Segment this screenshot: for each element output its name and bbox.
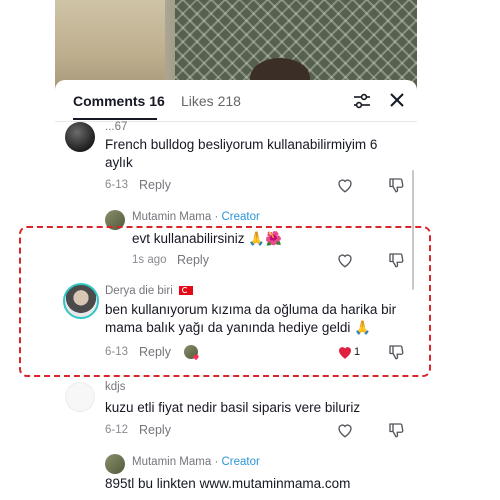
close-icon[interactable] (388, 91, 406, 109)
comment-date: 6-12 (105, 424, 129, 436)
thumbs-down-icon[interactable] (387, 176, 405, 194)
avatar[interactable] (65, 122, 95, 152)
reply-button[interactable]: Reply (139, 423, 171, 437)
creator-name: Mutamin Mama (132, 456, 212, 468)
comments-tabs: Comments 16 Likes 218 (55, 80, 417, 122)
heart-icon[interactable] (336, 421, 354, 439)
comment-username[interactable]: Mutamin Mama · Creator (132, 211, 260, 223)
name-separator: · (211, 456, 222, 468)
comment-text-line: aylık (105, 155, 133, 170)
creator-badge: Creator (221, 211, 260, 223)
video-background (55, 0, 417, 92)
active-tab-indicator (73, 118, 157, 120)
comment-username[interactable]: kdjs (105, 381, 125, 393)
heart-icon[interactable] (336, 176, 354, 194)
comment-text: 895tl bu linkten www.mutaminmama.com (105, 476, 351, 491)
video-wall (55, 0, 165, 92)
thumbs-down-icon[interactable] (387, 421, 405, 439)
creator-name: Mutamin Mama (132, 211, 212, 223)
comment-text-line: French bulldog besliyorum kullanabilirmi… (105, 137, 378, 152)
comment-username[interactable]: Mutamin Mama · Creator (132, 456, 260, 468)
comment-item: kdjs kuzu etli fiyat nedir basil siparis… (55, 380, 417, 440)
avatar[interactable] (105, 454, 125, 474)
avatar[interactable] (65, 382, 95, 412)
reply-button[interactable]: Reply (139, 178, 171, 192)
comment-text: French bulldog besliyorum kullanabilirmi… (105, 136, 405, 172)
comment-item: Mutamin Mama · Creator 895tl bu linkten … (55, 454, 417, 500)
tab-comments[interactable]: Comments 16 (73, 93, 165, 109)
highlight-annotation-box (19, 226, 431, 377)
tab-likes[interactable]: Likes 218 (181, 93, 241, 109)
filter-sliders-icon[interactable] (353, 92, 371, 110)
comment-date: 6-13 (105, 179, 129, 191)
comment-username[interactable]: ...67 (105, 121, 127, 133)
name-separator: · (211, 211, 222, 223)
creator-badge: Creator (221, 456, 260, 468)
comment-text: kuzu etli fiyat nedir basil siparis vere… (105, 400, 361, 415)
